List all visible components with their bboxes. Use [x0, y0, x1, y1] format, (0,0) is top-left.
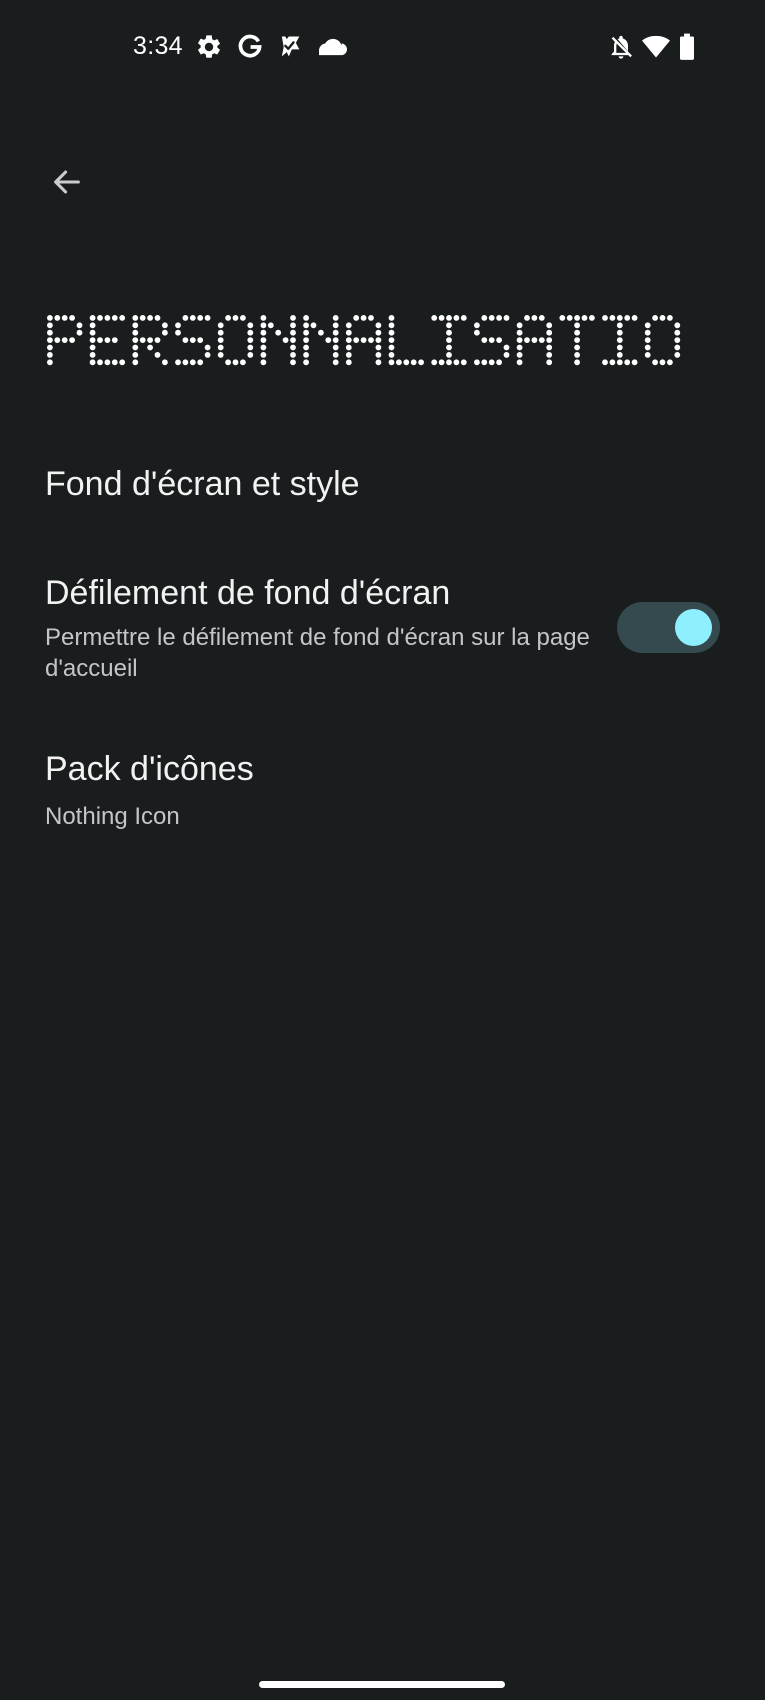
- battery-icon: [680, 33, 694, 60]
- page-title-dots: [47, 315, 681, 366]
- gesture-nav-handle[interactable]: [259, 1681, 505, 1688]
- icon-pack-subtitle: Nothing Icon: [45, 803, 180, 830]
- arrow-left-icon: [54, 170, 80, 194]
- wallpaper-style-item[interactable]: Fond d'écran et style: [0, 455, 765, 525]
- status-time: 3:34: [133, 32, 183, 60]
- page-title: [44, 312, 684, 372]
- toggle-knob: [675, 609, 712, 646]
- back-button[interactable]: [40, 155, 94, 209]
- cloud-icon: [319, 38, 347, 56]
- icon-pack-title: Pack d'icônes: [45, 750, 254, 788]
- wallpaper-scroll-toggle[interactable]: [617, 602, 720, 653]
- wifi-icon: [642, 35, 670, 58]
- wallpaper-scroll-title: Défilement de fond d'écran: [45, 574, 451, 612]
- wallpaper-scroll-subtitle: Permettre le défilement de fond d'écran …: [45, 624, 590, 682]
- notifications-off-icon: [611, 35, 632, 59]
- status-bar: 3:34: [0, 0, 765, 96]
- google-icon: [238, 34, 262, 58]
- ticket-check-icon: [281, 36, 300, 57]
- icon-pack-item[interactable]: Pack d'icônes Nothing Icon: [0, 740, 765, 840]
- wallpaper-style-title: Fond d'écran et style: [45, 465, 360, 503]
- gear-icon: [198, 35, 220, 58]
